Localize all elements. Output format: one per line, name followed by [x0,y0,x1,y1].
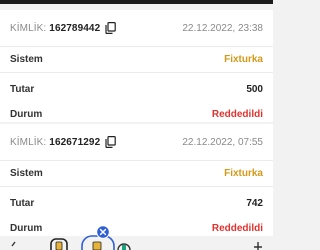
status-value: Reddedildi [211,109,263,120]
amount-value: 742 [246,198,263,209]
transaction-date: 22.12.2022, 23:38 [182,22,263,34]
status-label: Durum [10,109,43,120]
system-value: Fixturka [224,54,263,65]
transaction-id-value: 162671292 [49,136,101,148]
transaction-date: 22.12.2022, 07:55 [182,136,263,148]
transaction-card: KİMLİK: 162789442 22.12.2022, 23:38 Sist… [0,10,273,122]
system-row: Sistem Fixturka [0,47,273,73]
copy-icon[interactable] [105,136,117,148]
status-label: Durum [10,223,43,234]
amount-label: Tutar [10,198,35,209]
amount-label: Tutar [10,84,35,95]
transaction-header: KİMLİK: 162789442 22.12.2022, 23:38 [0,10,273,47]
transaction-id: KİMLİK: 162671292 [10,136,117,148]
amount-value: 500 [246,84,263,95]
transaction-header: KİMLİK: 162671292 22.12.2022, 07:55 [0,124,273,161]
close-badge-icon[interactable] [96,225,110,239]
nav-icon[interactable] [116,238,132,250]
chevron-left-icon[interactable] [8,238,18,250]
copy-icon[interactable] [105,22,117,34]
transaction-card: KİMLİK: 162671292 22.12.2022, 07:55 Sist… [0,124,273,236]
system-row: Sistem Fixturka [0,161,273,187]
wallet-icon[interactable] [48,238,70,250]
system-label: Sistem [10,168,43,179]
system-label: Sistem [10,54,43,65]
amount-row: Tutar 500 [0,77,273,102]
system-value: Fixturka [224,168,263,179]
transaction-id: KİMLİK: 162789442 [10,22,117,34]
transaction-id-label: KİMLİK: [10,22,47,34]
status-value: Reddedildi [211,223,263,234]
transaction-id-label: KİMLİK: [10,136,47,148]
bottom-nav [0,225,273,250]
amount-row: Tutar 742 [0,191,273,216]
top-bar [0,0,273,4]
transaction-id-value: 162789442 [49,22,101,34]
plus-icon[interactable] [252,238,264,250]
